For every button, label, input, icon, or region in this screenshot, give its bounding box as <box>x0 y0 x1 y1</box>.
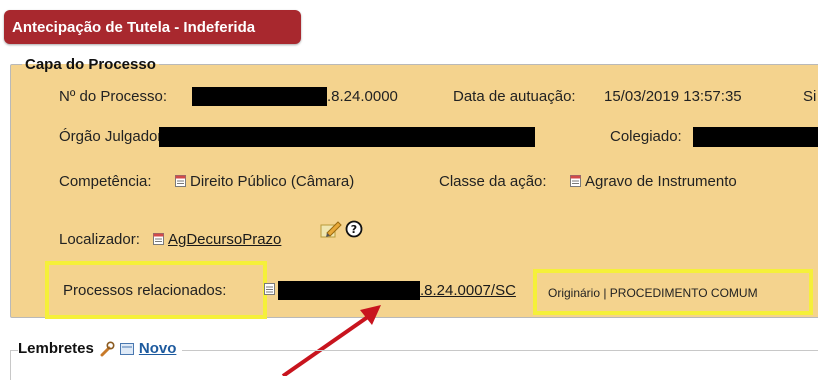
arrow-annotation <box>281 305 381 376</box>
new-note-icon[interactable] <box>119 342 134 355</box>
lembretes-legend: Lembretes Novo <box>18 340 183 357</box>
wrench-icon[interactable] <box>99 340 115 357</box>
lembretes-label: Lembretes <box>18 340 94 357</box>
novo-link[interactable]: Novo <box>139 340 177 357</box>
